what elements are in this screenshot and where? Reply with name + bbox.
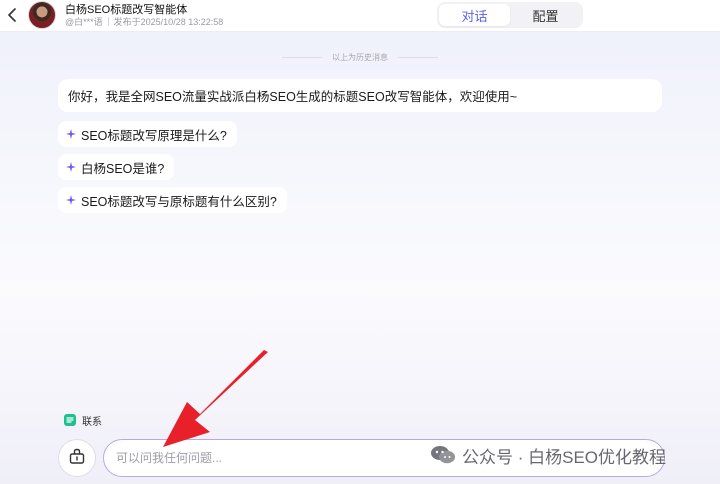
history-divider-text: 以上为历史消息 <box>332 53 388 62</box>
suggestion-label: SEO标题改写原理是什么? <box>81 128 227 143</box>
sparkle-icon <box>66 195 76 205</box>
sparkle-icon <box>66 129 76 139</box>
sparkle-icon <box>66 162 76 172</box>
watermark: 公众号 · 白杨SEO优化教程 <box>430 442 666 468</box>
contact-button[interactable]: 联系 <box>64 413 102 428</box>
suggestion-question[interactable]: SEO标题改写原理是什么? <box>58 121 237 147</box>
agent-meta: @白***语 发布于2025/10/28 13:22:58 <box>65 15 223 28</box>
publish-time: 发布于2025/10/28 13:22:58 <box>113 17 224 27</box>
back-arrow-icon[interactable] <box>4 6 20 24</box>
divider-line-left <box>282 57 322 58</box>
history-divider: 以上为历史消息 <box>0 52 720 63</box>
suggestion-label: SEO标题改写与原标题有什么区别? <box>81 194 277 209</box>
tab-chat[interactable]: 对话 <box>439 4 510 26</box>
contact-icon <box>64 414 76 426</box>
wechat-icon <box>430 445 456 465</box>
red-arrow-annotation <box>163 350 268 447</box>
view-tabs: 对话 配置 <box>437 2 583 28</box>
toolbox-icon <box>68 447 86 470</box>
meta-divider <box>107 17 109 26</box>
agent-avatar <box>28 1 56 29</box>
watermark-text: 公众号 · 白杨SEO优化教程 <box>462 447 667 467</box>
toolbox-button[interactable] <box>58 439 96 477</box>
top-bar: 白杨SEO标题改写智能体 @白***语 发布于2025/10/28 13:22:… <box>0 0 720 32</box>
divider-line-right <box>398 57 438 58</box>
tab-config[interactable]: 配置 <box>510 4 581 26</box>
suggestion-question[interactable]: SEO标题改写与原标题有什么区别? <box>58 187 287 213</box>
welcome-message: 你好，我是全网SEO流量实战派白杨SEO生成的标题SEO改写智能体，欢迎使用~ <box>58 79 662 112</box>
contact-label: 联系 <box>82 416 102 428</box>
author-handle: @白***语 <box>65 17 103 27</box>
suggestion-question[interactable]: 白杨SEO是谁? <box>58 154 175 180</box>
suggestion-label: 白杨SEO是谁? <box>81 161 165 176</box>
